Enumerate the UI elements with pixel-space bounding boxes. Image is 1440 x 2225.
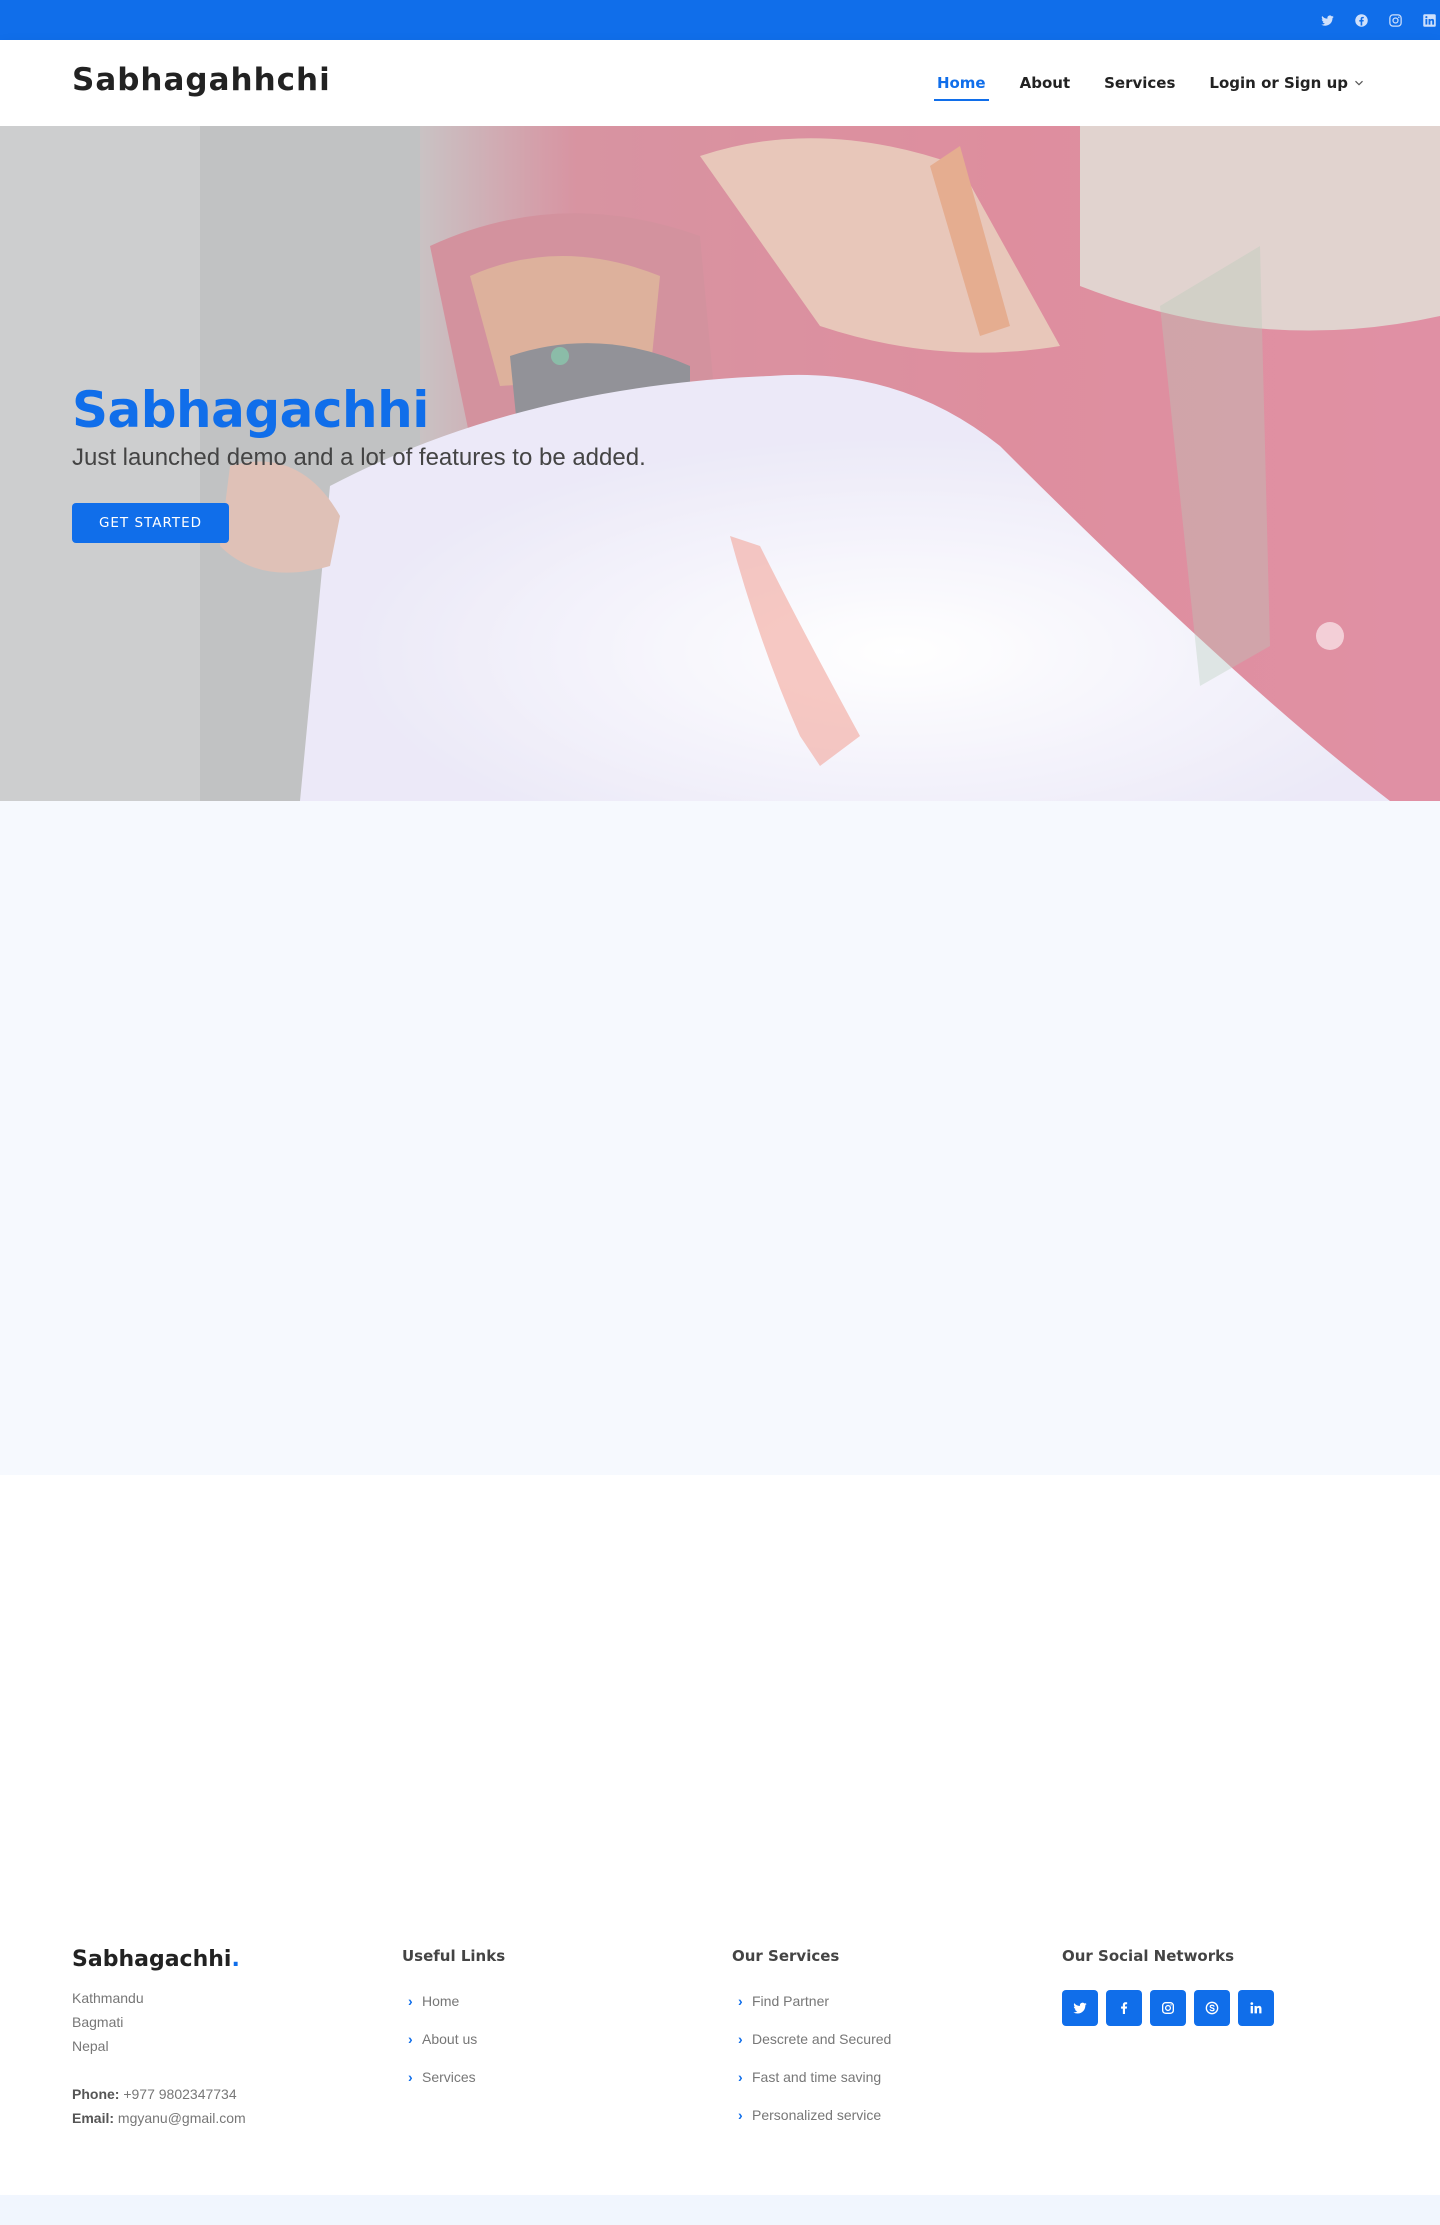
facebook-icon[interactable] [1352,11,1370,29]
nav-item-about[interactable]: About [1020,74,1071,92]
footer-social-buttons [1062,1990,1274,2026]
nav-item-home[interactable]: Home [933,74,989,101]
phone-value: +977 9802347734 [123,2086,237,2102]
chevron-right-icon: › [738,2069,743,2085]
footer-link-label: Personalized service [752,2107,882,2123]
site-header: Sabhagahhchi Home About Services Login o… [0,40,1440,126]
main-nav: Home About Services Login or Sign up [933,40,1364,126]
hero-title: Sabhagachhi [72,381,429,439]
footer-social-column: Our Social Networks [1062,1940,1274,2026]
footer-link-label: About us [422,2031,478,2047]
chevron-right-icon: › [738,1993,743,2009]
chevron-right-icon: › [408,2069,413,2085]
instagram-icon[interactable] [1386,11,1404,29]
top-bar [0,0,1440,40]
footer-link-label: Find Partner [752,1993,830,2009]
footer-service-secured[interactable]: › Descrete and Secured [732,2020,891,2058]
footer-brand: Sabhagachhi. [72,1947,246,1972]
footer-contact: Phone: +977 9802347734 Email: mgyanu@gma… [72,2082,246,2130]
email-value[interactable]: mgyanu@gmail.com [118,2110,246,2126]
footer-bottom-strip [0,2195,1440,2225]
chevron-right-icon: › [408,1993,413,2009]
footer-link-about[interactable]: › About us [402,2020,505,2058]
nav-item-label: About [1019,74,1071,92]
hero-section: Sabhagachhi Just launched demo and a lot… [0,126,1440,801]
phone-label: Phone: [72,2086,120,2102]
facebook-icon[interactable] [1106,1990,1142,2026]
nav-item-login-signup[interactable]: Login or Sign up [1209,74,1364,92]
hero-subtitle: Just launched demo and a lot of features… [72,444,646,471]
footer-contact-column: Sabhagachhi. Kathmandu Bagmati Nepal Pho… [72,1940,246,2130]
footer-address: Kathmandu Bagmati Nepal [72,1986,246,2058]
nav-item-label: Services [1104,74,1176,92]
twitter-icon[interactable] [1318,11,1336,29]
address-line: Bagmati [72,2014,124,2030]
chevron-down-icon [1355,80,1363,86]
chevron-right-icon: › [738,2107,743,2123]
linkedin-icon[interactable] [1238,1990,1274,2026]
linkedin-icon[interactable] [1420,11,1438,29]
footer-phone: Phone: +977 9802347734 [72,2082,246,2106]
useful-links-heading: Useful Links [402,1947,506,1965]
footer-email: Email: mgyanu@gmail.com [72,2106,246,2130]
content-section-gray [0,801,1440,1475]
footer-link-label: Fast and time saving [752,2069,882,2085]
nav-item-label: Login or Sign up [1209,74,1348,92]
services-list: › Find Partner › Descrete and Secured › Fas… [732,1982,891,2134]
get-started-button[interactable]: GET STARTED [72,503,229,543]
footer-service-personalized[interactable]: › Personalized service [732,2096,891,2134]
chevron-right-icon: › [408,2031,413,2047]
footer-link-label: Descrete and Secured [752,2031,892,2047]
our-services-heading: Our Services [732,1947,840,1965]
footer-link-label: Home [422,1993,460,2009]
social-networks-heading: Our Social Networks [1062,1947,1235,1965]
footer-link-home[interactable]: › Home [402,1982,505,2020]
footer-service-fast[interactable]: › Fast and time saving [732,2058,891,2096]
nav-item-services[interactable]: Services [1104,74,1175,92]
twitter-icon[interactable] [1062,1990,1098,2026]
footer-link-label: Services [422,2069,476,2085]
footer-brand-name: Sabhagachhi [72,1947,232,1972]
footer-services-column: Our Services › Find Partner › Descrete and… [732,1940,891,2134]
footer-link-services[interactable]: › Services [402,2058,505,2096]
site-footer: Sabhagachhi. Kathmandu Bagmati Nepal Pho… [0,1940,1440,2195]
footer-useful-links-column: Useful Links › Home › About us › Services [402,1940,505,2096]
address-line: Nepal [72,2038,109,2054]
footer-service-find-partner[interactable]: › Find Partner [732,1982,891,2020]
footer-brand-dot: . [231,1947,240,1972]
nav-item-label: Home [936,74,986,92]
instagram-icon[interactable] [1150,1990,1186,2026]
chevron-right-icon: › [738,2031,743,2047]
address-line: Kathmandu [72,1990,144,2006]
site-logo[interactable]: Sabhagahhchi [72,62,331,98]
email-label: Email: [72,2110,115,2126]
skype-icon[interactable] [1194,1990,1230,2026]
useful-links-list: › Home › About us › Services [402,1982,505,2096]
topbar-social-links [1318,0,1440,40]
